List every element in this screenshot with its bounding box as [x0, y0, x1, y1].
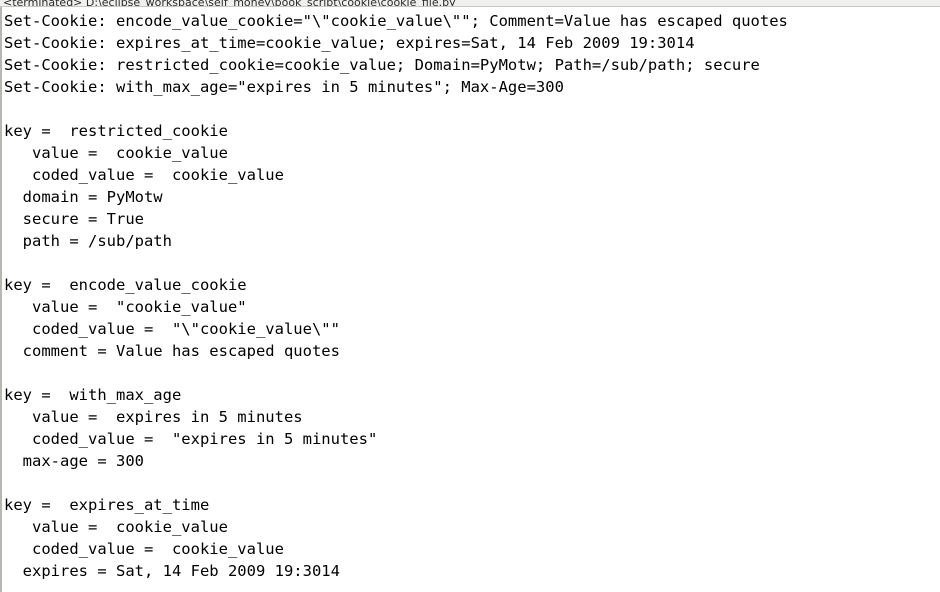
console-line: comment = Value has escaped quotes — [4, 342, 340, 360]
console-line: key = with_max_age — [4, 386, 182, 404]
console-text[interactable]: Set-Cookie: encode_value_cookie="\"cooki… — [2, 7, 940, 582]
console-line-blank — [4, 362, 940, 384]
console-line-blank — [4, 252, 940, 274]
console-output-area[interactable]: Set-Cookie: encode_value_cookie="\"cooki… — [2, 7, 940, 592]
console-line: expires = Sat, 14 Feb 2009 19:3014 — [4, 562, 340, 580]
console-line: max-age = 300 — [4, 452, 144, 470]
console-line: Set-Cookie: expires_at_time=cookie_value… — [4, 34, 695, 52]
console-line: coded_value = "expires in 5 minutes" — [4, 430, 378, 448]
console-line: value = cookie_value — [4, 144, 228, 162]
console-line: value = cookie_value — [4, 518, 228, 536]
console-line: coded_value = cookie_value — [4, 540, 284, 558]
eclipse-console-window: <terminated> D:\eclipse_workspace\self_m… — [0, 0, 940, 592]
console-line: path = /sub/path — [4, 232, 172, 250]
console-line: Set-Cookie: with_max_age="expires in 5 m… — [4, 78, 564, 96]
console-line: value = expires in 5 minutes — [4, 408, 303, 426]
console-line: Set-Cookie: restricted_cookie=cookie_val… — [4, 56, 760, 74]
console-titlebar: <terminated> D:\eclipse_workspace\self_m… — [0, 0, 940, 7]
console-line-blank — [4, 472, 940, 494]
console-line: key = expires_at_time — [4, 496, 210, 514]
console-line: value = "cookie_value" — [4, 298, 247, 316]
console-line: domain = PyMotw — [4, 188, 163, 206]
console-line: coded_value = "\"cookie_value\"" — [4, 320, 340, 338]
console-launch-config-label: <terminated> D:\eclipse_workspace\self_m… — [3, 0, 456, 7]
console-line: Set-Cookie: encode_value_cookie="\"cooki… — [4, 12, 788, 30]
console-line: key = encode_value_cookie — [4, 276, 247, 294]
console-line: key = restricted_cookie — [4, 122, 228, 140]
console-line-blank — [4, 98, 940, 120]
console-line: coded_value = cookie_value — [4, 166, 284, 184]
console-line: secure = True — [4, 210, 144, 228]
